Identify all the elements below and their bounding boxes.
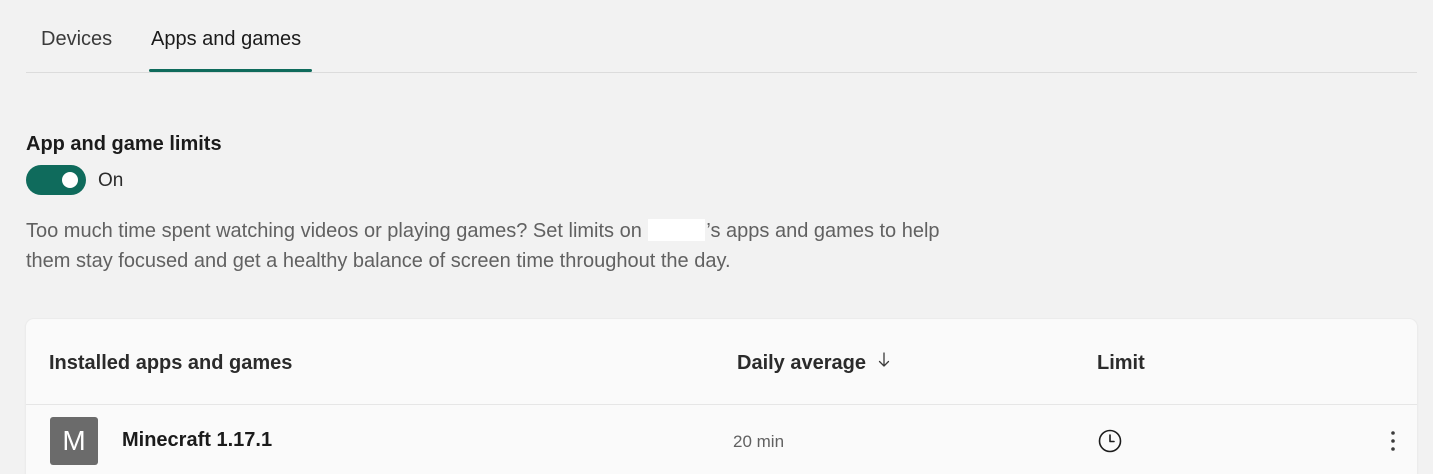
column-header-daily-average-label: Daily average <box>737 352 866 374</box>
app-daily-average: 20 min <box>733 432 785 451</box>
apps-table-card: Installed apps and games Daily average L… <box>26 319 1417 474</box>
toggle-state-label: On <box>98 170 124 191</box>
column-header-limit: Limit <box>1097 352 1145 374</box>
column-header-apps: Installed apps and games <box>49 352 293 374</box>
limits-toggle[interactable] <box>26 165 86 195</box>
tab-apps-and-games[interactable]: Apps and games <box>151 28 301 51</box>
tab-devices[interactable]: Devices <box>41 28 112 51</box>
selected-tab-indicator <box>149 69 312 72</box>
app-tile-icon: M <box>50 417 98 465</box>
tab-bar: Devices Apps and games <box>26 0 1417 73</box>
column-header-daily-average[interactable]: Daily average <box>737 352 890 375</box>
arrow-down-icon <box>878 352 890 367</box>
clock-icon[interactable] <box>1097 428 1123 454</box>
app-name: Minecraft 1.17.1 <box>122 429 273 451</box>
redacted-name <box>648 219 706 241</box>
description-text-start: Too much time spent watching videos or p… <box>26 220 642 242</box>
table-row[interactable]: M Minecraft 1.17.1 20 min <box>26 405 1417 474</box>
section-title: App and game limits <box>26 133 222 155</box>
toggle-knob <box>62 172 78 188</box>
limits-description: Too much time spent watching videos or p… <box>26 216 946 276</box>
more-vertical-icon[interactable] <box>1381 427 1405 455</box>
